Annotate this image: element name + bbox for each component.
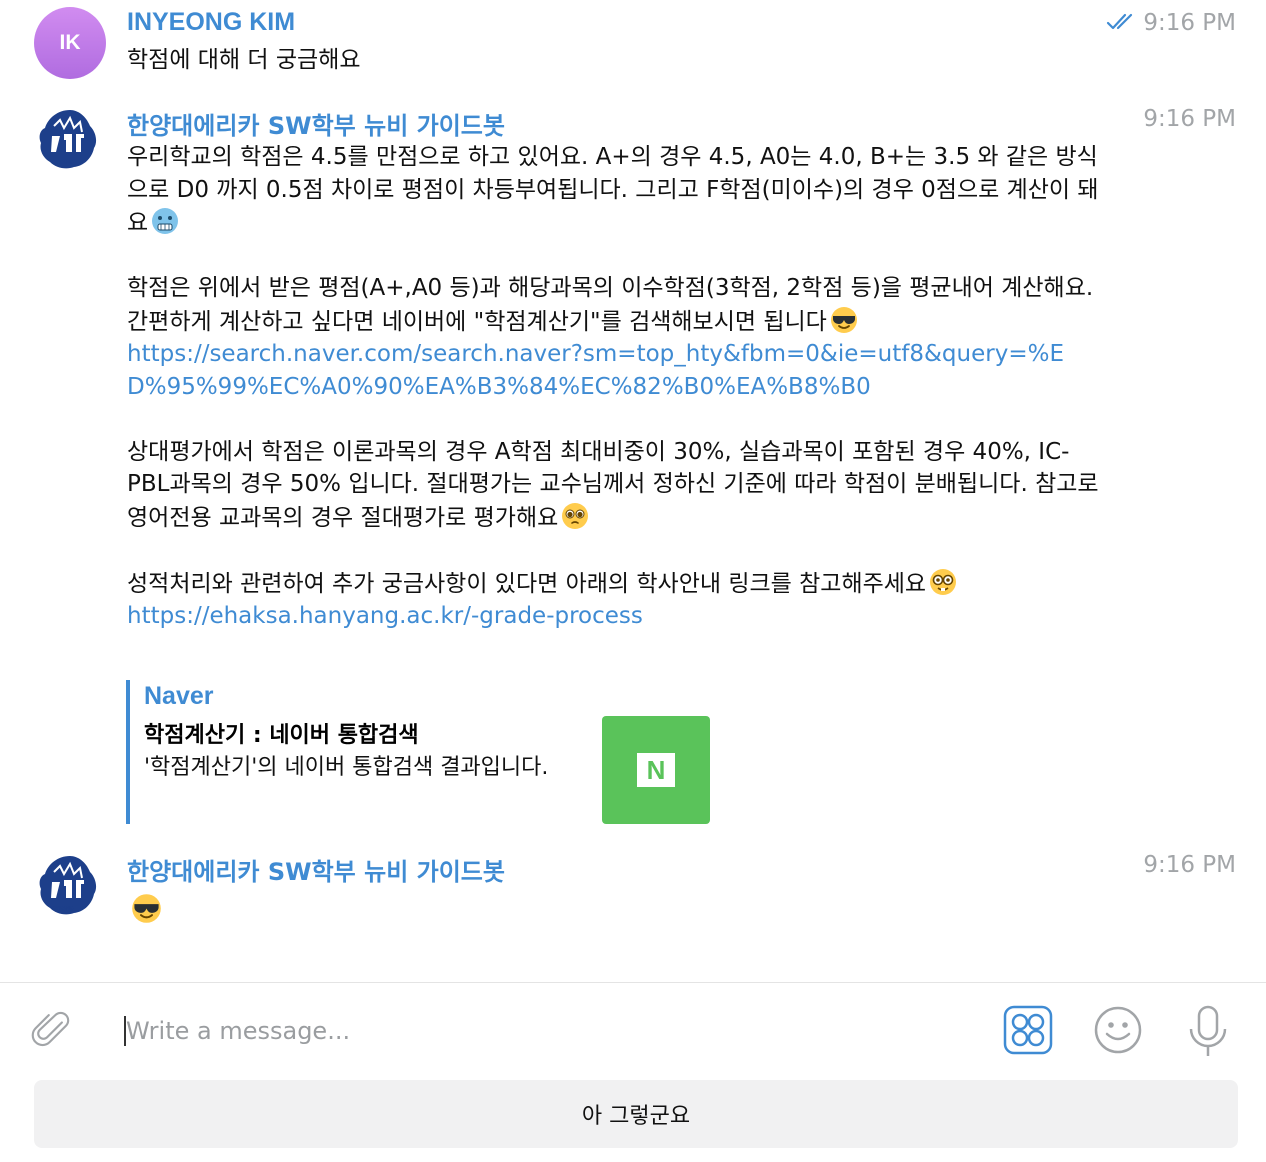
message-text: 학점에 대해 더 궁금해요 [127,47,361,73]
paragraph-gpa-calculation: 학점은 위에서 받은 평점(A+,A0 등)과 해당과목의 이수학점(3학점, … [127,275,1094,335]
bot-commands-icon[interactable] [1003,1005,1053,1055]
message-time: 9:16 PM [1143,106,1236,132]
microphone-icon[interactable] [1186,1005,1230,1059]
sunglasses-emoji-icon [131,893,162,924]
paragraph-grade-process: 성적처리와 관련하여 추가 궁금사항이 있다면 아래의 학사안내 링크를 참고해… [127,570,927,597]
message-time: 9:16 PM [1143,10,1236,36]
sender-name[interactable]: 한양대에리카 SW학부 뉴비 가이드봇 [127,106,505,141]
avatar-initials: IK [59,31,81,54]
naver-logo-thumbnail[interactable]: N [602,716,710,824]
message-time: 9:16 PM [1143,852,1236,878]
nerd-face-emoji-icon [929,567,957,596]
emoji-icon[interactable] [1093,1005,1143,1055]
message-input[interactable] [126,1011,976,1051]
pleading-face-emoji-icon [561,501,590,530]
paragraph-relative-grading: 상대평가에서 학점은 이론과목의 경우 A학점 최대비중이 30%, 실습과목이… [127,438,1099,531]
avatar[interactable]: IK [34,7,106,79]
preview-title: 학점계산기 : 네이버 통합검색 [144,723,419,748]
paperclip-icon[interactable] [30,1007,78,1055]
naver-n-icon: N [637,753,675,787]
message-body: 우리학교의 학점은 4.5를 만점으로 하고 있어요. A+의 경우 4.5, … [127,141,1102,633]
cold-face-emoji-icon [151,207,179,235]
read-double-check-icon [1106,13,1133,30]
sender-name[interactable]: 한양대에리카 SW학부 뉴비 가이드봇 [127,852,505,887]
link-preview[interactable]: Naver 학점계산기 : 네이버 통합검색 '학점계산기'의 네이버 통합검색… [126,680,730,824]
ehaksa-link[interactable]: https://ehaksa.hanyang.ac.kr/-grade-proc… [127,603,643,629]
sender-name[interactable]: INYEONG KIM [127,8,295,37]
message-composer [0,982,1266,1083]
paragraph-grading-scale: 우리학교의 학점은 4.5를 만점으로 하고 있어요. A+의 경우 4.5, … [127,144,1099,236]
preview-site-name: Naver [144,682,214,710]
bot-avatar[interactable] [34,850,106,922]
quick-reply-button[interactable]: 아 그렇군요 [34,1080,1238,1148]
sunglasses-emoji-icon [829,305,858,334]
bot-avatar[interactable] [34,104,106,176]
preview-description: '학점계산기'의 네이버 통합검색 결과입니다. [144,755,549,780]
naver-search-link[interactable]: https://search.naver.com/search.naver?sm… [127,341,1064,400]
